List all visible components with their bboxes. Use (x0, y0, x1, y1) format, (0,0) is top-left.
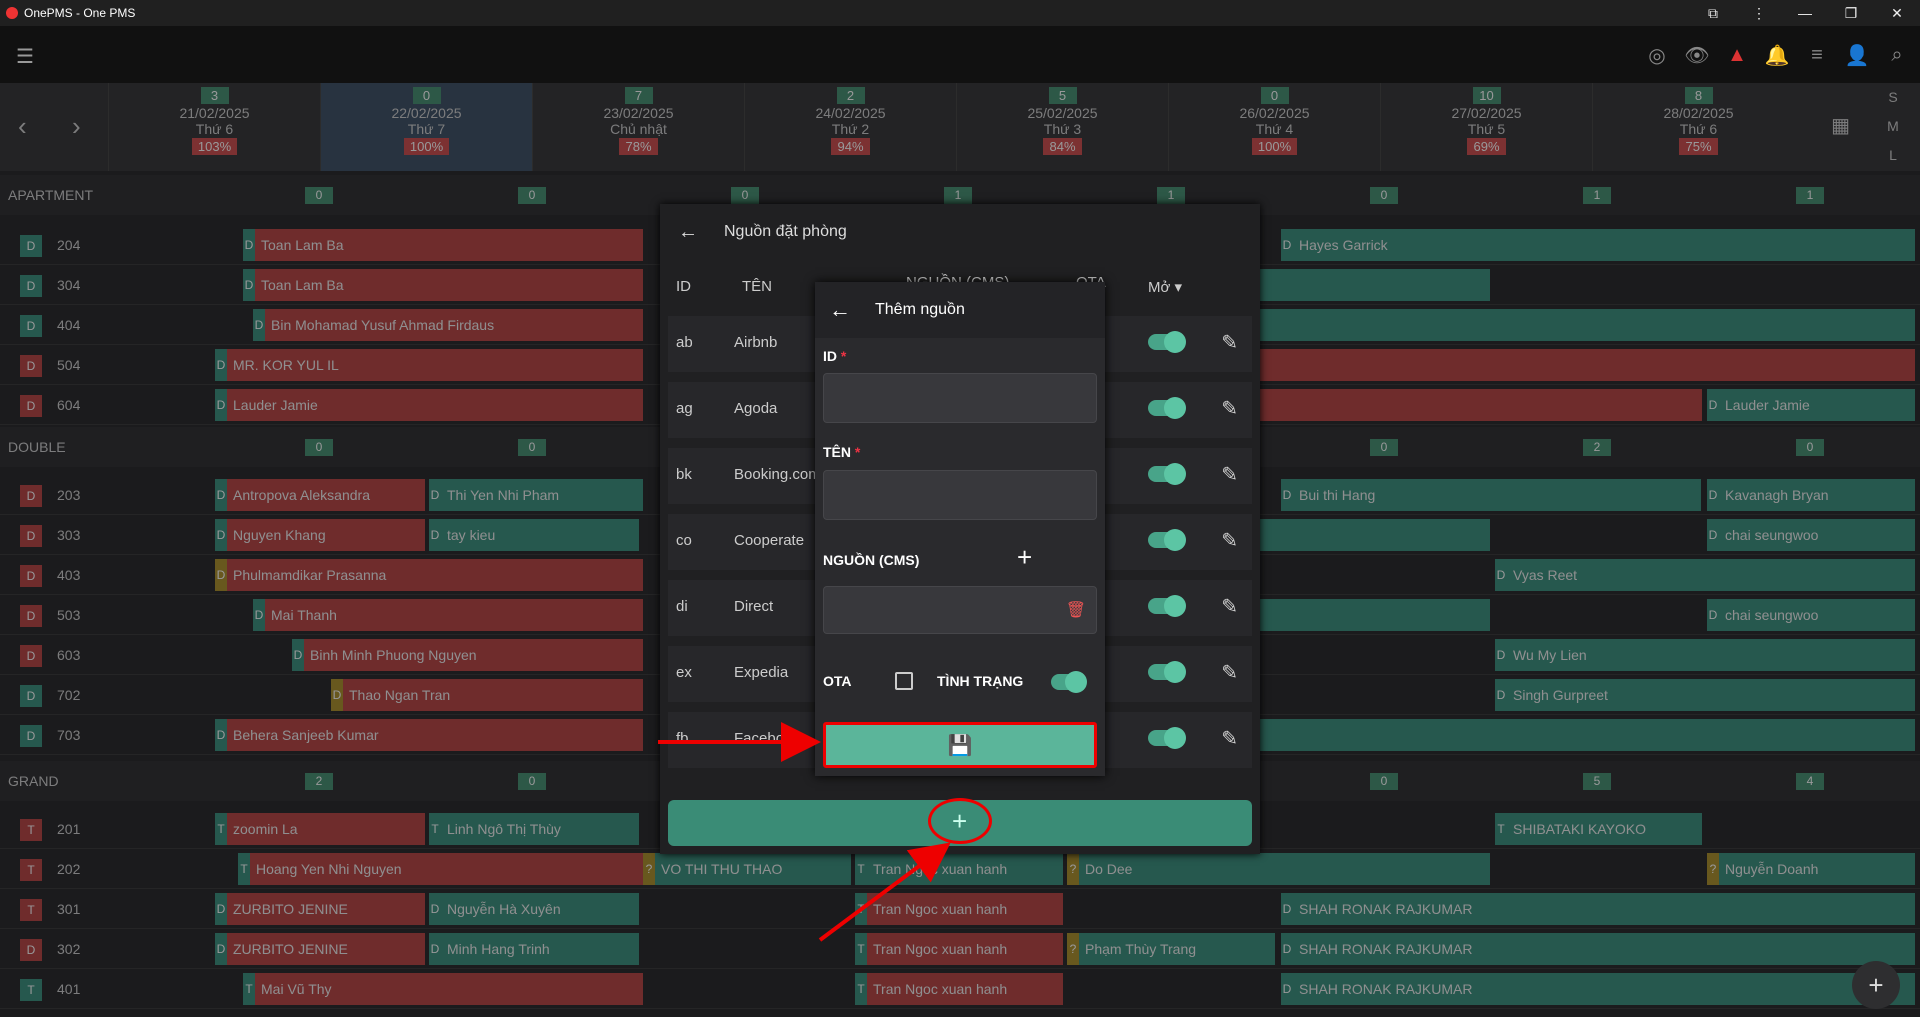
arrow-to-add (818, 842, 951, 942)
floating-add-button[interactable]: + (1852, 961, 1900, 1009)
annotation-arrows (658, 722, 951, 942)
